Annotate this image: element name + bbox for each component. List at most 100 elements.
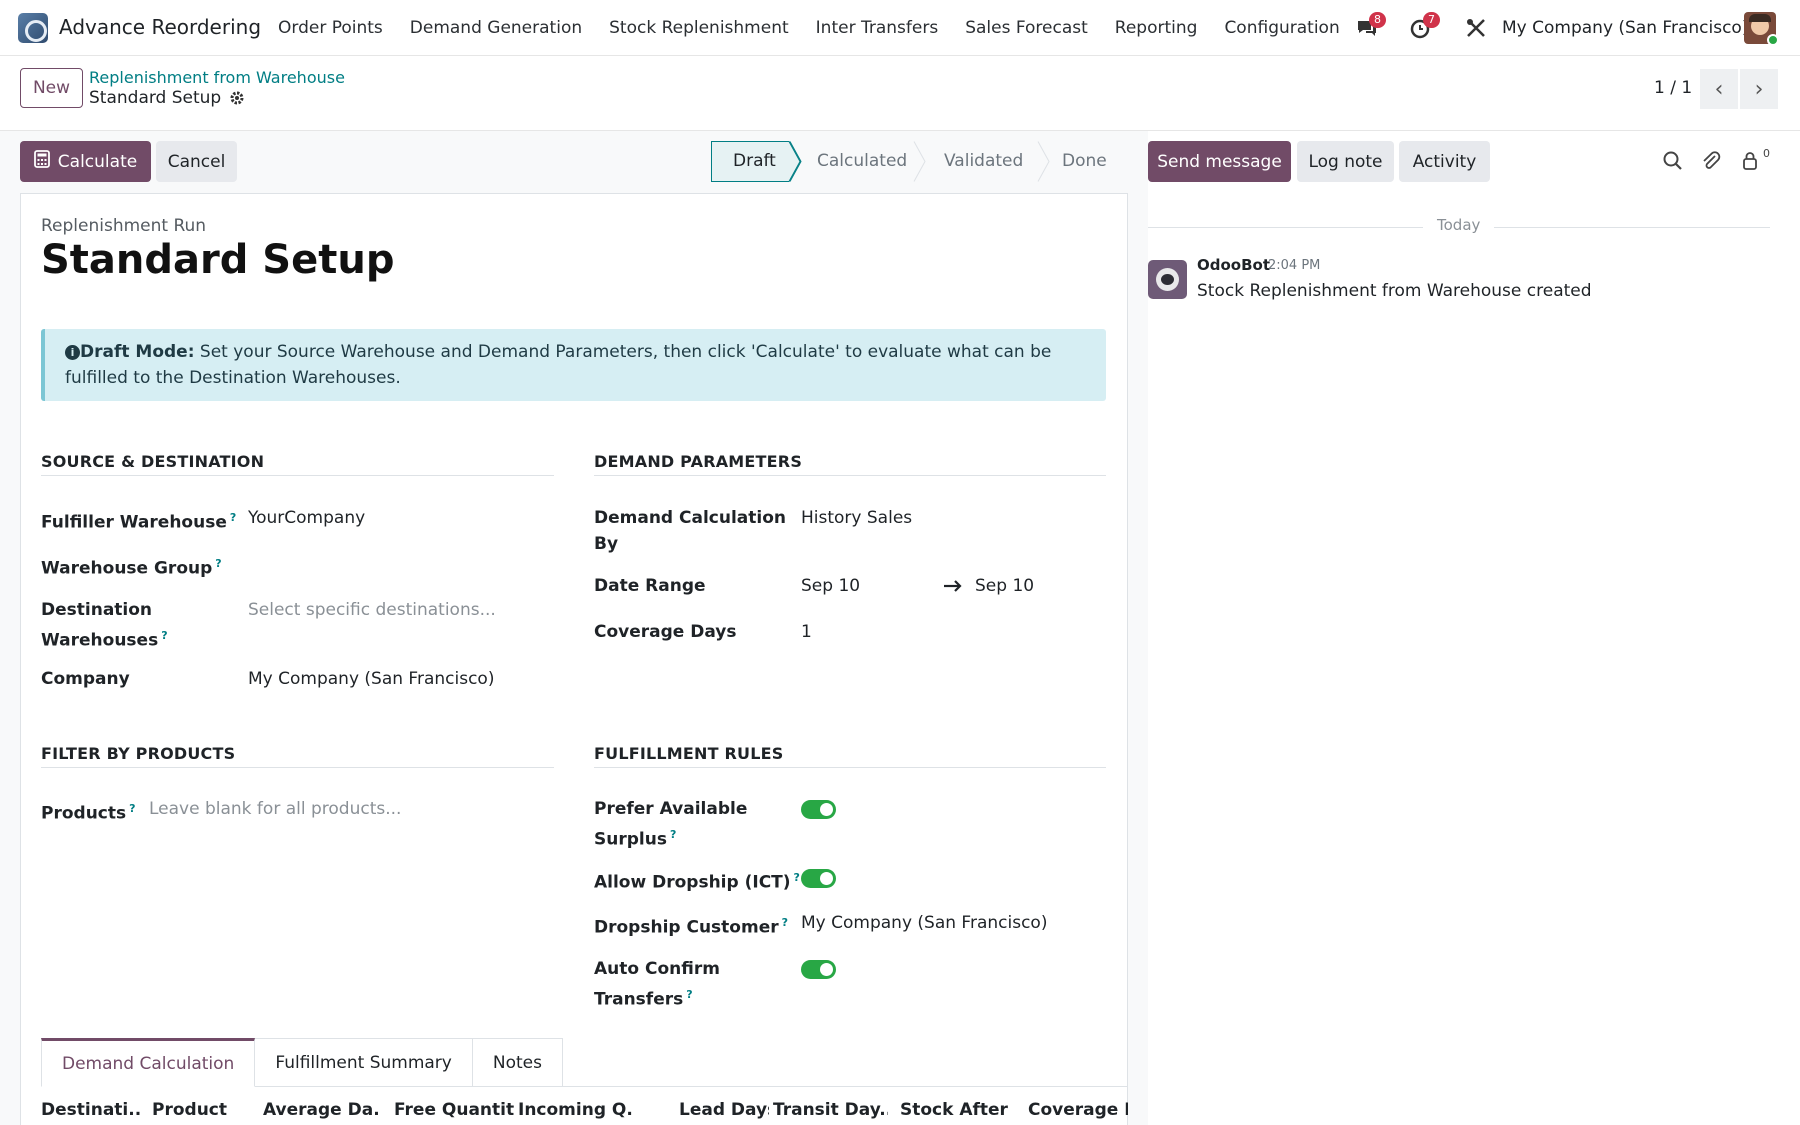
date-separator-line	[1494, 227, 1770, 228]
record-title[interactable]: Standard Setup	[41, 237, 394, 283]
company-field[interactable]: My Company (San Francisco)	[248, 669, 494, 689]
new-button[interactable]: New	[20, 68, 83, 108]
search-icon[interactable]	[1662, 150, 1686, 174]
allow-dropship-toggle[interactable]	[801, 869, 836, 888]
tab-fulfillment-summary[interactable]: Fulfillment Summary	[255, 1038, 473, 1087]
help-icon[interactable]: ?	[686, 988, 692, 1001]
help-icon[interactable]: ?	[670, 828, 676, 841]
chat-icon[interactable]: 8	[1355, 12, 1386, 40]
section-source-destination: SOURCE & DESTINATION	[41, 452, 265, 471]
log-note-button[interactable]: Log note	[1297, 141, 1394, 182]
coverage-days-field[interactable]: 1	[801, 622, 812, 642]
column-average-daily[interactable]: Average Da...	[263, 1100, 378, 1120]
products-field[interactable]: Leave blank for all products...	[149, 799, 401, 819]
date-from-field[interactable]: Sep 10	[801, 576, 860, 596]
help-icon[interactable]: ?	[782, 916, 788, 929]
app-icon[interactable]	[18, 13, 48, 43]
pager-value[interactable]: 1 / 1	[1654, 78, 1692, 98]
menu-inter-transfers[interactable]: Inter Transfers	[816, 18, 939, 38]
column-free-quantity[interactable]: Free Quantity	[394, 1100, 514, 1120]
activity-button[interactable]: Activity	[1399, 141, 1490, 182]
destination-warehouses-label: Destination Warehouses?	[41, 597, 168, 654]
menu-demand-generation[interactable]: Demand Generation	[410, 18, 582, 38]
column-stock-after[interactable]: Stock After ...	[900, 1100, 1015, 1120]
auto-confirm-toggle[interactable]	[801, 960, 836, 979]
alert-text: Set your Source Warehouse and Demand Par…	[65, 342, 1052, 388]
column-lead-days[interactable]: Lead Days	[679, 1100, 769, 1120]
demand-calculation-by-label-line1: Demand Calculation	[594, 508, 787, 528]
top-navbar: Advance Reordering Order Points Demand G…	[0, 0, 1800, 56]
chevron-left-icon: ‹	[1714, 76, 1724, 102]
tools-icon[interactable]	[1464, 16, 1488, 40]
main-menu: Order Points Demand Generation Stock Rep…	[278, 18, 1367, 38]
draft-mode-alert: i Draft Mode: Set your Source Warehouse a…	[41, 329, 1106, 401]
column-coverage-days[interactable]: Coverage D.	[1028, 1100, 1128, 1120]
breadcrumb-current-label: Standard Setup	[89, 88, 222, 108]
breadcrumb-parent[interactable]: Replenishment from Warehouse	[89, 68, 345, 87]
column-destination[interactable]: Destinati...	[41, 1100, 141, 1120]
fulfiller-warehouse-field[interactable]: YourCompany	[248, 508, 365, 528]
cancel-button[interactable]: Cancel	[156, 141, 237, 182]
dropship-customer-label: Dropship Customer?	[594, 910, 788, 941]
calculate-button[interactable]: Calculate	[20, 141, 151, 182]
odoobot-avatar[interactable]	[1148, 260, 1187, 299]
section-divider	[594, 767, 1106, 768]
column-product[interactable]: Product	[152, 1100, 242, 1120]
messages-badge: 8	[1369, 12, 1386, 28]
warehouse-group-label: Warehouse Group?	[41, 551, 222, 582]
next-record-button[interactable]: ›	[1740, 69, 1778, 109]
auto-confirm-label-line1: Auto Confirm	[594, 959, 720, 979]
allow-dropship-label-text: Allow Dropship (ICT)	[594, 872, 791, 893]
fulfiller-warehouse-label: Fulfiller Warehouse?	[41, 505, 236, 536]
help-icon[interactable]: ?	[215, 557, 221, 570]
breadcrumb-current: Standard Setup	[89, 88, 245, 108]
help-icon[interactable]: ?	[230, 511, 236, 524]
help-icon[interactable]: ?	[129, 802, 135, 815]
tab-demand-calculation[interactable]: Demand Calculation	[41, 1038, 256, 1087]
followers-icon[interactable]	[1741, 150, 1765, 174]
tab-notes[interactable]: Notes	[472, 1038, 563, 1087]
menu-sales-forecast[interactable]: Sales Forecast	[965, 18, 1088, 38]
stage-calculated[interactable]: Calculated	[817, 151, 907, 171]
menu-reporting[interactable]: Reporting	[1115, 18, 1198, 38]
destination-warehouses-label-line1: Destination	[41, 600, 153, 620]
date-to-field[interactable]: Sep 10	[975, 576, 1034, 596]
clock-icon[interactable]: 7	[1409, 12, 1440, 40]
paperclip-icon[interactable]	[1700, 150, 1724, 174]
company-switcher[interactable]: My Company (San Francisco)	[1502, 18, 1748, 38]
menu-stock-replenishment[interactable]: Stock Replenishment	[609, 18, 789, 38]
dropship-customer-field[interactable]: My Company (San Francisco)	[801, 913, 1047, 933]
stage-validated[interactable]: Validated	[944, 151, 1023, 171]
column-transit-days[interactable]: Transit Day...	[773, 1100, 888, 1120]
allow-dropship-label: Allow Dropship (ICT)?	[594, 865, 800, 896]
record-type-label: Replenishment Run	[41, 216, 207, 236]
message-author[interactable]: OdooBot	[1197, 256, 1270, 274]
section-demand-parameters: DEMAND PARAMETERS	[594, 452, 803, 471]
help-icon[interactable]: ?	[161, 629, 167, 642]
help-icon[interactable]: ?	[794, 871, 800, 884]
company-label: Company	[41, 669, 130, 689]
chevron-right-icon: ›	[1754, 76, 1764, 102]
date-separator-line	[1148, 227, 1423, 228]
prefer-surplus-toggle[interactable]	[801, 800, 836, 819]
send-message-button[interactable]: Send message	[1148, 141, 1291, 182]
control-panel-divider	[0, 130, 1800, 131]
dropship-customer-label-text: Dropship Customer	[594, 917, 779, 938]
stage-done[interactable]: Done	[1062, 151, 1107, 171]
stage-draft[interactable]: Draft	[733, 151, 776, 171]
section-fulfillment-rules: FULFILLMENT RULES	[594, 744, 784, 763]
gear-icon[interactable]	[229, 90, 245, 106]
destination-warehouses-field[interactable]: Select specific destinations...	[248, 600, 496, 620]
previous-record-button[interactable]: ‹	[1700, 69, 1738, 109]
date-range-label: Date Range	[594, 576, 706, 596]
warehouse-group-field[interactable]	[248, 554, 548, 578]
menu-configuration[interactable]: Configuration	[1224, 18, 1339, 38]
tabs-divider	[538, 1086, 1127, 1087]
followers-count: 0	[1763, 147, 1770, 160]
menu-order-points[interactable]: Order Points	[278, 18, 383, 38]
demand-calculation-by-field[interactable]: History Sales	[801, 508, 912, 528]
app-name[interactable]: Advance Reordering	[59, 15, 261, 39]
section-divider	[41, 475, 554, 476]
column-incoming-quantity[interactable]: Incoming Q...	[518, 1100, 633, 1120]
message-time: 2:04 PM	[1268, 258, 1321, 273]
